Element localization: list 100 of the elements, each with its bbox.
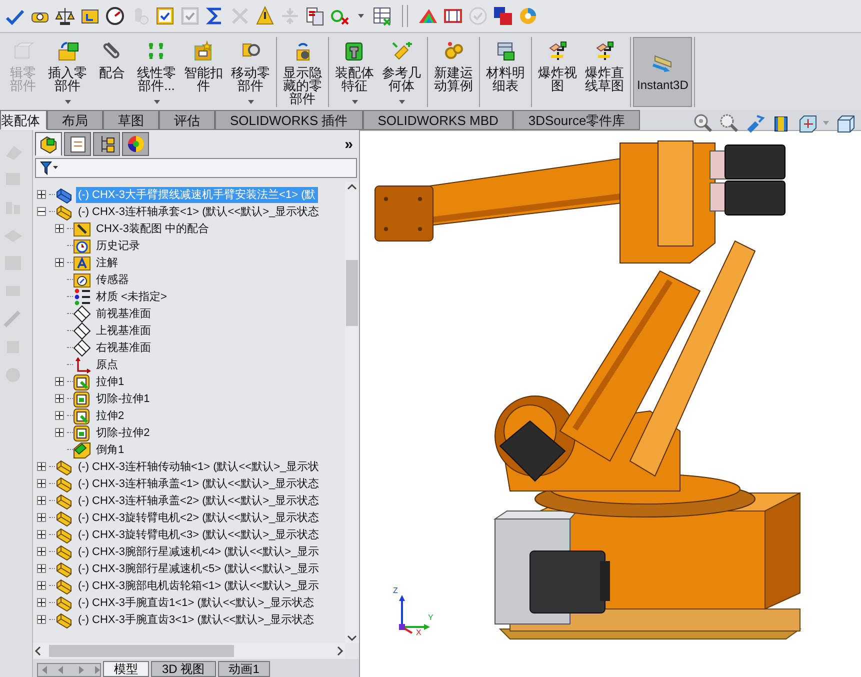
ribbon-button[interactable]: 爆炸直 线草图 [581, 37, 628, 107]
expand-icon[interactable] [37, 598, 46, 607]
warning-button[interactable] [254, 5, 276, 27]
tree-item[interactable]: (-) CHX-3旋转臂电机<2> (默认<<默认>_显示状态 [76, 510, 322, 526]
gauge-button[interactable] [104, 5, 126, 27]
dropdown-caret-icon[interactable] [358, 14, 364, 18]
tree-item[interactable]: (-) CHX-3连杆轴承套<1> (默认<<默认>_显示状态 [76, 204, 322, 220]
origin-icon [73, 356, 91, 374]
plane-icon [73, 304, 91, 322]
cut-feature-icon [73, 390, 91, 408]
ribbon-button[interactable]: 新建运 动算例 [430, 37, 477, 107]
expand-icon[interactable] [55, 377, 64, 386]
tree-item[interactable]: (-) CHX-3腕部行星减速机<5> (默认<<默认>_显示 [76, 560, 322, 576]
expand-icon[interactable] [37, 564, 46, 573]
expand-icon[interactable] [55, 411, 64, 420]
tree-item[interactable]: (-) CHX-3手腕直齿1<1> (默认<<默认>_显示状态 [76, 594, 316, 610]
expand-icon[interactable] [55, 428, 64, 437]
ribbon-button[interactable]: 材料明 细表 [482, 37, 529, 107]
balance-scale-button[interactable] [54, 5, 76, 27]
tree-item[interactable]: (-) CHX-3连杆轴承盖<1> (默认<<默认>_显示状态 [76, 476, 322, 492]
collapse-icon[interactable] [37, 207, 46, 216]
tree-item[interactable]: (-) CHX-3手腕直齿3<1> (默认<<默认>_显示状态 [76, 612, 316, 628]
ribbon-button[interactable]: 显示隐 藏的零 部件 [279, 37, 326, 107]
display-manager-tab[interactable] [122, 132, 149, 156]
filter-button[interactable] [40, 161, 58, 175]
tree-item[interactable]: 历史记录 [94, 238, 142, 254]
scrollbar-thumb[interactable] [49, 645, 234, 657]
tree-item[interactable]: 拉伸2 [94, 408, 126, 424]
command-tab[interactable]: 评估 [159, 110, 215, 130]
tree-item[interactable]: (-) CHX-3腕部行星减速机<4> (默认<<默认>_显示 [76, 544, 322, 560]
tree-item[interactable]: 右视基准面 [94, 340, 153, 356]
compare-documents-button[interactable] [304, 5, 326, 27]
tree-item[interactable]: 上视基准面 [94, 322, 153, 338]
color-squares-button[interactable] [492, 5, 514, 27]
command-tab[interactable]: 布局 [47, 110, 103, 130]
ribbon-button[interactable]: 配合 [91, 37, 133, 107]
expand-icon[interactable] [37, 190, 46, 199]
ribbon-button[interactable]: 装配体 特征 [331, 37, 378, 107]
tree-item[interactable]: 倒角1 [94, 442, 126, 458]
tree-item[interactable]: CHX-3装配图 中的配合 [94, 220, 212, 236]
tree-item[interactable]: (-) CHX-3连杆轴传动轴<1> (默认<<默认>_显示状 [76, 458, 322, 474]
expand-icon[interactable] [37, 513, 46, 522]
table-button[interactable] [371, 5, 393, 27]
tree-item[interactable]: 注解 [94, 254, 120, 270]
expand-icon[interactable] [55, 258, 64, 267]
view-orientation-icon[interactable] [797, 113, 817, 133]
tree-item[interactable]: 传感器 [94, 272, 131, 288]
feature-tree-tab[interactable] [35, 132, 62, 156]
expand-icon[interactable] [37, 530, 46, 539]
command-tab[interactable]: 装配体 [0, 110, 47, 130]
ribbon-button[interactable]: 线性零 部件... [133, 37, 180, 107]
tree-item[interactable]: 原点 [94, 356, 120, 372]
tree-item[interactable]: 切除-拉伸2 [94, 424, 152, 440]
view-tab[interactable]: 模型 [103, 661, 149, 677]
horizontal-scrollbar[interactable] [33, 643, 345, 659]
tree-item[interactable]: 拉伸1 [94, 374, 126, 390]
expand-icon[interactable] [37, 615, 46, 624]
property-manager-tab[interactable] [64, 132, 91, 156]
zoom-area-icon[interactable] [719, 113, 739, 133]
view-tab[interactable]: 3D 视图 [151, 661, 216, 677]
zoom-to-fit-icon[interactable] [693, 113, 713, 133]
ribbon-button[interactable]: 移动零 部件 [227, 37, 274, 107]
tree-item[interactable]: (-) CHX-3连杆轴承盖<2> (默认<<默认>_显示状态 [76, 492, 322, 508]
scroll-down-icon[interactable] [347, 633, 357, 643]
expand-icon[interactable] [37, 496, 46, 505]
scrollbar-thumb[interactable] [346, 260, 358, 326]
expand-icon[interactable] [55, 224, 64, 233]
ribbon-button[interactable]: 参考几 何体 [378, 37, 425, 107]
scroll-left-icon[interactable] [33, 646, 43, 656]
ribbon-button[interactable]: 爆炸视 图 [534, 37, 581, 107]
previous-view-icon[interactable] [745, 113, 765, 133]
ribbon-button[interactable]: 智能扣 件 [180, 37, 227, 107]
appearance-ball-icon [517, 5, 539, 27]
tree-item[interactable]: (-) CHX-3腕部电机齿轮箱<1> (默认<<默认>_显示 [76, 578, 322, 594]
checkbox-button[interactable] [154, 5, 176, 27]
tree-item[interactable]: (-) CHX-3旋转臂电机<3> (默认<<默认>_显示状态 [76, 526, 322, 542]
vertical-scrollbar[interactable] [345, 182, 359, 643]
configuration-tab[interactable] [93, 132, 120, 156]
command-tab[interactable]: SOLIDWORKS 插件 [215, 110, 363, 130]
ribbon-button[interactable]: Instant3D [633, 37, 692, 107]
plane-icon [73, 322, 91, 340]
scroll-right-icon[interactable] [335, 646, 345, 656]
appearance-ball-button[interactable] [517, 5, 539, 27]
tree-item[interactable]: 切除-拉伸1 [94, 390, 152, 406]
command-tab[interactable]: 3DSource零件库 [513, 110, 640, 130]
expand-icon[interactable] [37, 462, 46, 471]
expand-panel-button[interactable]: » [344, 134, 353, 156]
display-style-icon[interactable] [835, 113, 855, 133]
command-tab[interactable]: SOLIDWORKS MBD [362, 110, 514, 130]
expand-icon[interactable] [37, 581, 46, 590]
ribbon-button[interactable]: 插入零 部件 [44, 37, 91, 107]
expand-icon[interactable] [37, 547, 46, 556]
expand-icon[interactable] [55, 394, 64, 403]
view-tab[interactable]: 动画1 [218, 661, 270, 677]
extrude-feature-icon [73, 406, 91, 424]
scroll-up-icon[interactable] [347, 182, 357, 192]
expand-icon[interactable] [37, 479, 46, 488]
command-tab[interactable]: 草图 [103, 110, 159, 130]
tree-item[interactable]: 材质 <未指定> [94, 288, 169, 304]
tree-item[interactable]: 前视基准面 [94, 306, 153, 322]
